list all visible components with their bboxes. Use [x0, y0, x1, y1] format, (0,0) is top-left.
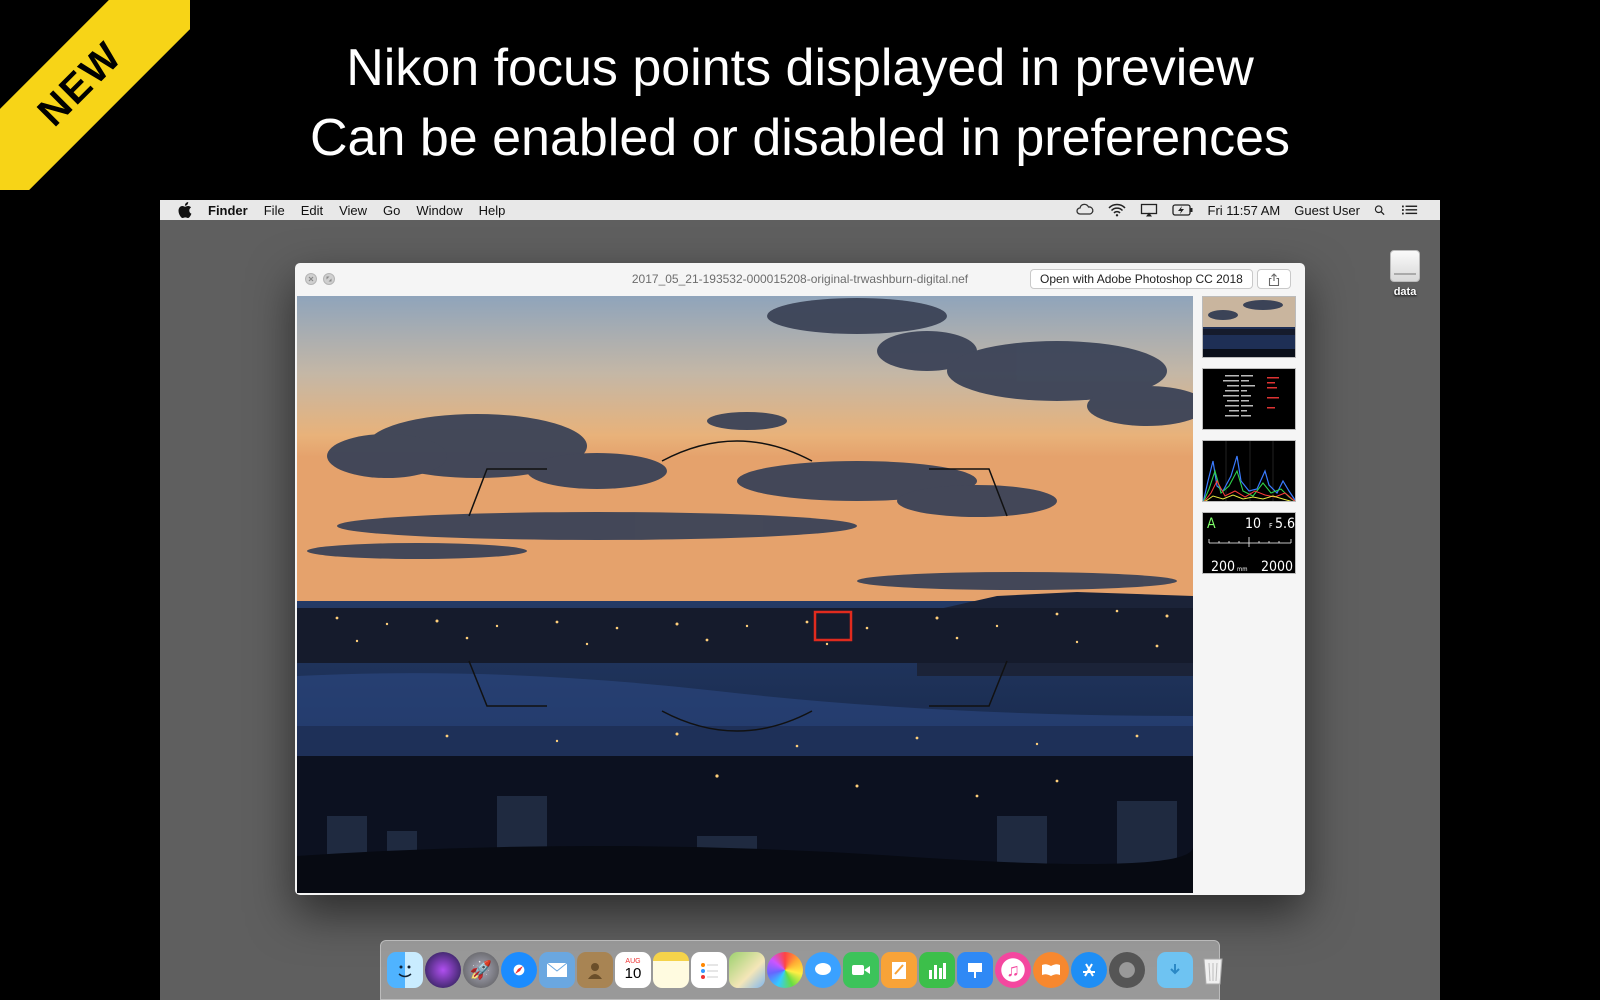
- messages-icon[interactable]: [805, 952, 841, 988]
- safari-icon[interactable]: [501, 952, 537, 988]
- thumbnail-histogram[interactable]: [1202, 440, 1296, 502]
- menubar-clock[interactable]: Fri 11:57 AM: [1208, 203, 1281, 218]
- menu-edit[interactable]: Edit: [301, 203, 323, 218]
- photos-icon[interactable]: [767, 952, 803, 988]
- notes-icon[interactable]: [653, 952, 689, 988]
- app-store-icon[interactable]: [1071, 952, 1107, 988]
- mail-icon[interactable]: [539, 952, 575, 988]
- dock: 🚀 AUG 10 ♫: [380, 940, 1223, 1000]
- desktop: Finder File Edit View Go Window Help Fri…: [160, 200, 1440, 1000]
- shutter-speed: 10: [1245, 516, 1261, 532]
- keynote-icon[interactable]: [957, 952, 993, 988]
- reminders-icon[interactable]: [691, 952, 727, 988]
- menu-view[interactable]: View: [339, 203, 367, 218]
- pages-icon[interactable]: [881, 952, 917, 988]
- notification-center-icon[interactable]: [1402, 203, 1418, 217]
- exposure-mode: A: [1207, 516, 1216, 532]
- menu-bar: Finder File Edit View Go Window Help Fri…: [160, 200, 1440, 220]
- battery-icon[interactable]: [1171, 203, 1194, 217]
- aperture-prefix: F: [1269, 522, 1273, 530]
- focal-length: 200: [1211, 559, 1235, 574]
- menubar-user[interactable]: Guest User: [1294, 203, 1360, 218]
- quicklook-window: 2017_05_21-193532-000015208-original-trw…: [295, 263, 1305, 895]
- creative-cloud-icon[interactable]: [1075, 203, 1094, 217]
- ibooks-icon[interactable]: [1033, 952, 1069, 988]
- headline-line-2: Can be enabled or disabled in preference…: [309, 109, 1290, 167]
- thumbnail-photo[interactable]: [1202, 296, 1296, 358]
- photo-preview: [297, 296, 1193, 893]
- trash-icon[interactable]: [1195, 952, 1231, 988]
- spotlight-search-icon[interactable]: [1374, 203, 1388, 217]
- finder-icon[interactable]: [387, 952, 423, 988]
- thumbnail-sidebar: A 10 F 5.6 200 mm 2000: [1197, 296, 1301, 893]
- calendar-icon[interactable]: AUG 10: [615, 952, 651, 988]
- headline-line-1: Nikon focus points displayed in preview: [346, 39, 1254, 97]
- menu-go[interactable]: Go: [383, 203, 400, 218]
- itunes-icon[interactable]: ♫: [995, 952, 1031, 988]
- menu-finder[interactable]: Finder: [208, 203, 248, 218]
- aperture: 5.6: [1275, 516, 1295, 532]
- desktop-drive-data[interactable]: data: [1375, 250, 1435, 298]
- menu-help[interactable]: Help: [479, 203, 506, 218]
- maps-icon[interactable]: [729, 952, 765, 988]
- siri-icon[interactable]: [425, 952, 461, 988]
- open-with-app-button[interactable]: Open with Adobe Photoshop CC 2018: [1030, 269, 1253, 289]
- drive-label: data: [1393, 286, 1417, 298]
- focal-unit: mm: [1237, 566, 1248, 573]
- thumbnail-exposure-info[interactable]: A 10 F 5.6 200 mm 2000: [1202, 512, 1296, 574]
- launchpad-icon[interactable]: 🚀: [463, 952, 499, 988]
- contacts-icon[interactable]: [577, 952, 613, 988]
- wifi-icon[interactable]: [1107, 203, 1126, 217]
- apple-menu-icon[interactable]: [178, 202, 192, 218]
- system-preferences-icon[interactable]: [1109, 952, 1145, 988]
- menu-file[interactable]: File: [264, 203, 285, 218]
- hard-drive-icon: [1390, 250, 1420, 282]
- calendar-day: 10: [624, 965, 642, 982]
- thumbnail-exif-data[interactable]: [1202, 368, 1296, 430]
- airplay-icon[interactable]: [1140, 203, 1158, 217]
- quicklook-titlebar[interactable]: 2017_05_21-193532-000015208-original-trw…: [295, 263, 1305, 295]
- menu-window[interactable]: Window: [416, 203, 462, 218]
- downloads-folder-icon[interactable]: [1157, 952, 1193, 988]
- share-icon: [1268, 272, 1280, 286]
- facetime-icon[interactable]: [843, 952, 879, 988]
- share-button[interactable]: [1257, 269, 1291, 289]
- iso-value: 2000: [1261, 559, 1293, 574]
- numbers-icon[interactable]: [919, 952, 955, 988]
